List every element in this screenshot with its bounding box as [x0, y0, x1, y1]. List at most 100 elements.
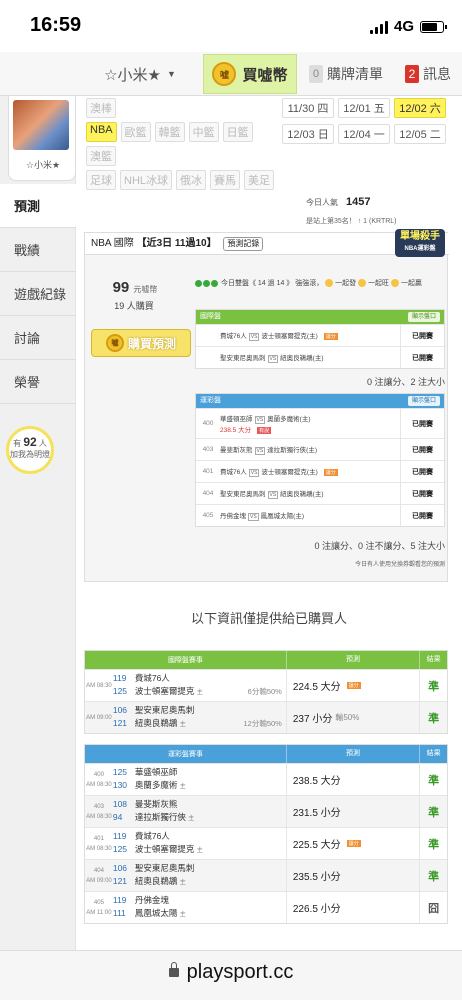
team-away: 費城76人: [134, 830, 170, 841]
score: 108: [112, 798, 128, 809]
game-time: AM 08:30: [86, 845, 112, 852]
chevron-down-icon: ▼: [166, 69, 176, 79]
team-home: 紐奧良鵜鶘: [134, 717, 178, 728]
user-dropdown[interactable]: ☆小米★ ▼: [80, 52, 200, 96]
league-tab[interactable]: 美足: [244, 170, 275, 190]
fans-count: 92: [23, 435, 37, 449]
prediction: 224.5 大分: [292, 682, 341, 693]
prediction: 237 小分: [292, 714, 333, 725]
sidebar-item-discussion[interactable]: 討論: [0, 316, 76, 360]
network-type: 4G: [393, 18, 414, 35]
popularity-label: 今日人氣: [306, 198, 338, 207]
status-bar: 16:59 4G: [0, 0, 462, 52]
emoji-icon: [391, 279, 400, 288]
buy-prediction-button[interactable]: 噓 購買預測: [91, 329, 191, 357]
messages-button[interactable]: 2 訊息: [394, 52, 462, 96]
col-prediction: 預測: [285, 745, 419, 763]
team-home: 奧蘭多魔術(主): [267, 416, 311, 423]
league-tab[interactable]: 日籃: [222, 122, 253, 142]
table-row: 聖安東尼奧馬刺 VS 紐奧良鵜鶘(主) 已開賽: [196, 346, 444, 368]
url-text: playsport.cc: [186, 961, 294, 983]
buyers-only-title: 以下資訊僅提供給已購買人: [190, 611, 347, 626]
coupon-note: 今日有人使用兌換券觀看您的預測: [354, 562, 445, 568]
status: 已開賽: [400, 325, 444, 346]
coin-icon: 噓: [212, 62, 237, 86]
team-away: 聖安東尼奧馬刺: [220, 491, 266, 498]
team-home: 紐奧良鵜鶘(主): [280, 491, 324, 498]
home-mark: 主: [188, 815, 195, 822]
score: 121: [112, 875, 128, 886]
date-tab[interactable]: 11/30 四: [282, 98, 334, 118]
intl-title: 國際盤: [200, 313, 221, 320]
game-no: 405: [202, 512, 214, 519]
fans-lightbulb[interactable]: 有 92 人 加我為明燈: [6, 426, 54, 474]
team-home: 達拉斯獨行俠(主): [267, 447, 318, 454]
result: 準: [419, 670, 447, 701]
cart-label: 購牌清單: [327, 66, 383, 82]
league-tab[interactable]: NHL冰球: [120, 170, 173, 190]
sidebar-item-predict[interactable]: 預測: [0, 184, 76, 228]
league-tab[interactable]: 足球: [86, 170, 116, 190]
league-tab[interactable]: 韓籃: [154, 122, 185, 142]
date-tab[interactable]: 12/01 五: [338, 98, 390, 118]
date-tab[interactable]: 12/03 日: [282, 124, 334, 144]
url-field[interactable]: playsport.cc: [0, 961, 462, 984]
table-row: 401 AM 08:30 119 費城76人 125 波士頓塞爾提克 主 225.5 …: [85, 827, 447, 859]
browser-url-bar[interactable]: playsport.cc: [0, 950, 462, 1000]
date-tab-selected[interactable]: 12/02 六: [394, 98, 446, 118]
home-mark: 主: [179, 911, 186, 918]
show-line-button[interactable]: 顯示盤口: [407, 396, 440, 406]
date-tab[interactable]: 12/05 二: [394, 124, 446, 144]
league-tab-nba[interactable]: NBA: [86, 122, 117, 142]
sidebar-item-record[interactable]: 戰績: [0, 228, 76, 272]
score: 125: [112, 843, 128, 854]
win-dot-icon: [211, 279, 218, 287]
prediction: 231.5 小分: [285, 796, 419, 827]
league-tab[interactable]: 澳棒: [86, 98, 116, 118]
pick: 238.5 大分: [220, 427, 252, 434]
team-home: 紐奧良鵜鶘: [134, 875, 178, 886]
sport-table-header: 運彩盤 顯示盤口: [196, 394, 444, 408]
record-button[interactable]: 預測記錄: [223, 237, 264, 251]
sport-results-table: 運彩盤賽事 預測 結果 400 AM 08:30 125 華盛頓巫師 130 奧蘭多魔…: [84, 744, 448, 924]
team-home: 奧蘭多魔術: [134, 779, 178, 790]
date-tab[interactable]: 12/04 一: [338, 124, 390, 144]
killer-badge: 單場殺手 NBA運彩盤: [395, 229, 445, 257]
clock: 16:59: [30, 14, 82, 36]
messages-label: 訊息: [423, 66, 451, 82]
status-icons: 4G: [369, 18, 447, 35]
col-game: 國際盤賽事: [167, 657, 203, 664]
status: 已開賽: [400, 483, 444, 504]
team-away: 費城76人: [220, 469, 247, 476]
result: 準: [419, 764, 447, 795]
league-tab[interactable]: 賽馬: [210, 170, 241, 190]
spread: 12分輸50%: [243, 719, 282, 728]
score: 121: [112, 717, 128, 728]
game-time: AM 09:00: [86, 877, 112, 884]
col-result: 結果: [419, 651, 447, 669]
score: 125: [112, 685, 128, 696]
sidebar-item-game-history[interactable]: 遊戲紀錄: [0, 272, 76, 316]
sidebar-item-honor[interactable]: 榮譽: [0, 360, 76, 404]
table-row: 403 AM 08:30 108 曼斐斯灰熊 94 達拉斯獨行俠 主 231.5 小分…: [85, 795, 447, 827]
league-tab[interactable]: 中籃: [188, 122, 219, 142]
home-mark: 主: [196, 689, 203, 696]
cart-button[interactable]: 0 購牌清單: [302, 52, 390, 96]
buy-coin-label: 買噓幣: [242, 66, 288, 84]
streak-text: 今日雙盤《 14 過 14 》 強強滾， 一起發 一起旺 一起贏: [195, 277, 447, 291]
league-tab[interactable]: 歐籃: [120, 122, 151, 142]
streak-e1: 一起發: [335, 280, 357, 287]
vs-icon: VS: [248, 469, 260, 477]
profile-card[interactable]: ☆小米★: [8, 96, 76, 181]
col-prediction: 預測: [285, 651, 419, 669]
team-home: 紐奧良鵜鶘(主): [280, 355, 324, 362]
avatar[interactable]: [13, 100, 69, 150]
table-row: AM 08:30 119 費城76人 125 波士頓塞爾提克 主 6分輸50% 22…: [85, 669, 447, 701]
buy-coin-button[interactable]: 噓 買噓幣: [203, 54, 297, 94]
league-tab[interactable]: 澳籃: [86, 146, 116, 166]
score: 119: [112, 830, 127, 841]
league-tab[interactable]: 俄冰: [176, 170, 207, 190]
game-time: AM 09:00: [86, 714, 112, 721]
table-row: 403 曼斐斯灰熊 VS 達拉斯獨行俠(主) 已開賽: [196, 438, 444, 460]
show-line-button[interactable]: 顯示盤口: [407, 312, 440, 322]
